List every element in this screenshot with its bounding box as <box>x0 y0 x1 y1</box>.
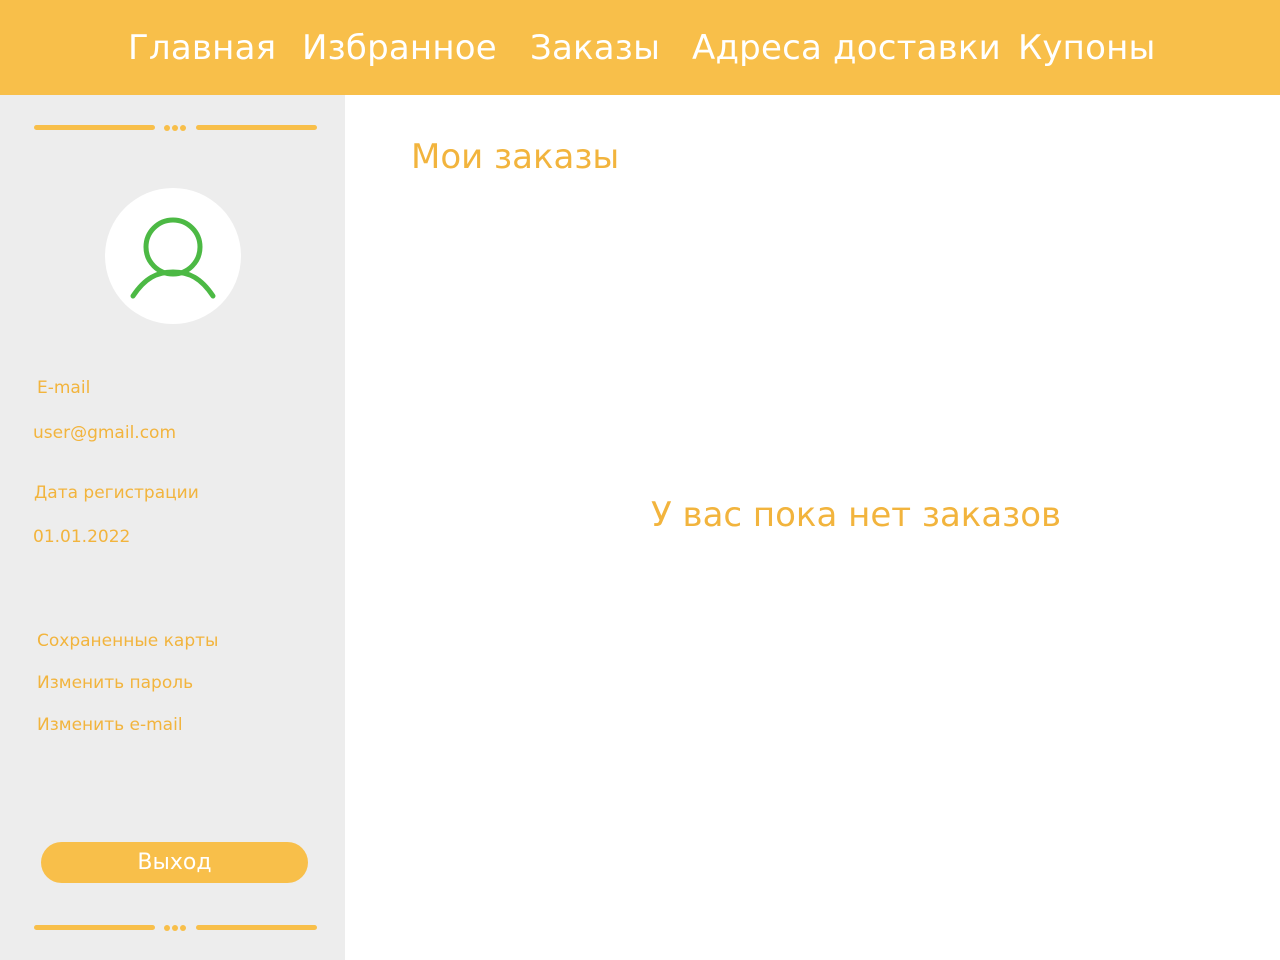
avatar[interactable] <box>105 188 241 324</box>
nav-item-home[interactable]: Главная <box>128 26 276 70</box>
registration-date-label: Дата регистрации <box>34 483 199 503</box>
top-nav: Главная Избранное Заказы Адреса доставки… <box>0 0 1280 95</box>
user-icon <box>130 217 216 299</box>
change-email-link[interactable]: Изменить e-mail <box>37 714 183 736</box>
nav-item-delivery-addresses[interactable]: Адреса доставки <box>692 26 1001 70</box>
nav-item-favorites[interactable]: Избранное <box>302 26 497 70</box>
sidebar-top-divider <box>0 123 345 131</box>
change-password-link[interactable]: Изменить пароль <box>37 672 193 694</box>
registration-date-value: 01.01.2022 <box>33 527 131 547</box>
page-title: Мои заказы <box>411 137 620 177</box>
sidebar-bottom-divider <box>0 923 345 931</box>
logout-button[interactable]: Выход <box>41 842 308 883</box>
nav-item-orders[interactable]: Заказы <box>530 26 660 70</box>
saved-cards-link[interactable]: Сохраненные карты <box>37 630 218 652</box>
empty-orders-message: У вас пока нет заказов <box>651 495 1062 535</box>
email-label: E-mail <box>37 378 91 398</box>
email-value: user@gmail.com <box>33 423 177 443</box>
nav-item-coupons[interactable]: Купоны <box>1018 26 1156 70</box>
profile-sidebar: E-mail user@gmail.com Дата регистрации 0… <box>0 95 345 960</box>
